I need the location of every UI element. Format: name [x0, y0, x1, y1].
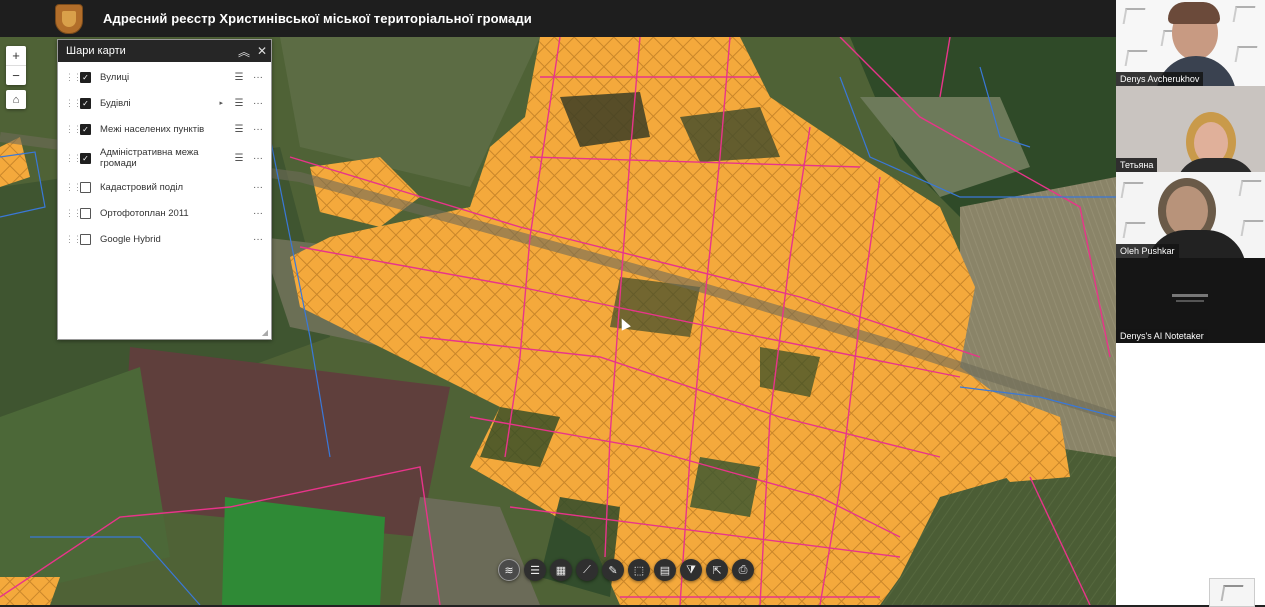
- participant-tile-2[interactable]: Тетьяна: [1116, 86, 1265, 172]
- participant-name: Denys's AI Notetaker: [1116, 329, 1208, 343]
- measure-icon[interactable]: ⟋: [576, 559, 598, 581]
- more-options-icon[interactable]: ···: [251, 98, 265, 109]
- home-button[interactable]: ⌂: [6, 90, 26, 109]
- app-header: Адресний реєстр Христинівської міської т…: [0, 0, 1116, 37]
- drag-handle-icon[interactable]: ⋮⋮: [65, 72, 82, 83]
- zoom-out-button[interactable]: −: [6, 66, 26, 85]
- layers-panel-title: Шари карти: [66, 45, 126, 57]
- layer-item-google-hybrid[interactable]: ⋮⋮ Google Hybrid ···: [58, 226, 271, 252]
- legend-list-icon[interactable]: ☰: [233, 98, 245, 109]
- layer-item-settlement-bounds[interactable]: ⋮⋮ ✓ Межі населених пунктів ☰ ···: [58, 116, 271, 142]
- brand-watermark-icon: [1209, 578, 1255, 607]
- layer-checkbox[interactable]: ✓: [80, 97, 91, 109]
- layer-item-streets[interactable]: ⋮⋮ ✓ Вулиці ☰ ···: [58, 64, 271, 90]
- layer-checkbox[interactable]: [80, 207, 91, 219]
- zoom-in-button[interactable]: +: [6, 46, 26, 66]
- close-icon[interactable]: ✕: [253, 44, 271, 58]
- more-options-icon[interactable]: ···: [251, 124, 265, 135]
- layer-checkbox[interactable]: ✓: [80, 123, 91, 135]
- share-icon[interactable]: ⇱: [706, 559, 728, 581]
- drag-handle-icon[interactable]: ⋮⋮: [65, 98, 82, 109]
- drag-handle-icon[interactable]: ⋮⋮: [65, 208, 82, 219]
- drag-handle-icon[interactable]: ⋮⋮: [65, 234, 82, 245]
- layers-panel: Шари карти ︽ ✕ ⋮⋮ ✓ Вулиці ☰ ··· ⋮⋮ ✓ Бу…: [57, 39, 272, 340]
- layer-label: Google Hybrid: [100, 233, 161, 245]
- layers-panel-header: Шари карти ︽ ✕: [58, 40, 271, 62]
- layer-label: Межі населених пунктів: [100, 123, 205, 135]
- expand-arrow-icon[interactable]: ▸: [219, 99, 223, 107]
- drag-handle-icon[interactable]: ⋮⋮: [65, 124, 82, 135]
- layer-item-admin-boundary[interactable]: ⋮⋮ ✓ Адміністративна межа громади ☰ ···: [58, 142, 271, 174]
- drag-handle-icon[interactable]: ⋮⋮: [65, 182, 82, 193]
- layer-label: Вулиці: [100, 71, 130, 83]
- participant-name: Тетьяна: [1116, 158, 1158, 172]
- layer-item-buildings[interactable]: ⋮⋮ ✓ Будівлі ▸ ☰ ···: [58, 90, 271, 116]
- print-icon[interactable]: ⎙: [732, 559, 754, 581]
- coat-of-arms-icon: [55, 3, 83, 34]
- layer-checkbox[interactable]: [80, 233, 91, 245]
- layer-label: Адміністративна межа громади: [100, 147, 199, 169]
- participant-tile-3[interactable]: Oleh Pushkar: [1116, 172, 1265, 258]
- basemap-icon[interactable]: ▦: [550, 559, 572, 581]
- more-options-icon[interactable]: ···: [251, 153, 265, 164]
- filter-icon[interactable]: ⧩: [680, 559, 702, 581]
- layer-label: Ортофотоплан 2011: [100, 207, 189, 219]
- legend-icon[interactable]: ☰: [524, 559, 546, 581]
- draw-icon[interactable]: ✎: [602, 559, 624, 581]
- map-toolbar: ≋ ☰ ▦ ⟋ ✎ ⬚ ▤ ⧩ ⇱ ⎙: [498, 555, 754, 585]
- participant-tile-4[interactable]: Denys's AI Notetaker: [1116, 258, 1265, 343]
- more-options-icon[interactable]: ···: [251, 208, 265, 219]
- layer-checkbox[interactable]: [80, 181, 91, 193]
- more-options-icon[interactable]: ···: [251, 182, 265, 193]
- participant-name: Denys Avcherukhov: [1116, 72, 1204, 86]
- more-options-icon[interactable]: ···: [251, 72, 265, 83]
- more-options-icon[interactable]: ···: [251, 234, 265, 245]
- legend-list-icon[interactable]: ☰: [233, 124, 245, 135]
- layers-icon[interactable]: ≋: [498, 559, 520, 581]
- layer-label: Будівлі: [100, 97, 131, 109]
- resize-handle-icon[interactable]: ◢: [262, 328, 268, 337]
- notetaker-logo-icon: [1172, 294, 1208, 297]
- layer-checkbox[interactable]: ✓: [80, 152, 91, 164]
- layer-checkbox[interactable]: ✓: [80, 71, 91, 83]
- table-icon[interactable]: ▤: [654, 559, 676, 581]
- legend-list-icon[interactable]: ☰: [233, 72, 245, 83]
- home-icon: ⌂: [12, 93, 20, 106]
- zoom-control: + −: [6, 46, 26, 85]
- participant-tile-1[interactable]: Denys Avcherukhov: [1116, 0, 1265, 86]
- drag-handle-icon[interactable]: ⋮⋮: [65, 153, 82, 164]
- chevron-up-double-icon[interactable]: ︽: [235, 43, 253, 60]
- layer-item-cadastral[interactable]: ⋮⋮ Кадастровий поділ ···: [58, 174, 271, 200]
- participant-name: Oleh Pushkar: [1116, 244, 1179, 258]
- legend-list-icon[interactable]: ☰: [233, 153, 245, 164]
- layer-label: Кадастровий поділ: [100, 181, 184, 193]
- select-icon[interactable]: ⬚: [628, 559, 650, 581]
- app-title: Адресний реєстр Христинівської міської т…: [103, 11, 532, 26]
- layer-item-orthophoto[interactable]: ⋮⋮ Ортофотоплан 2011 ···: [58, 200, 271, 226]
